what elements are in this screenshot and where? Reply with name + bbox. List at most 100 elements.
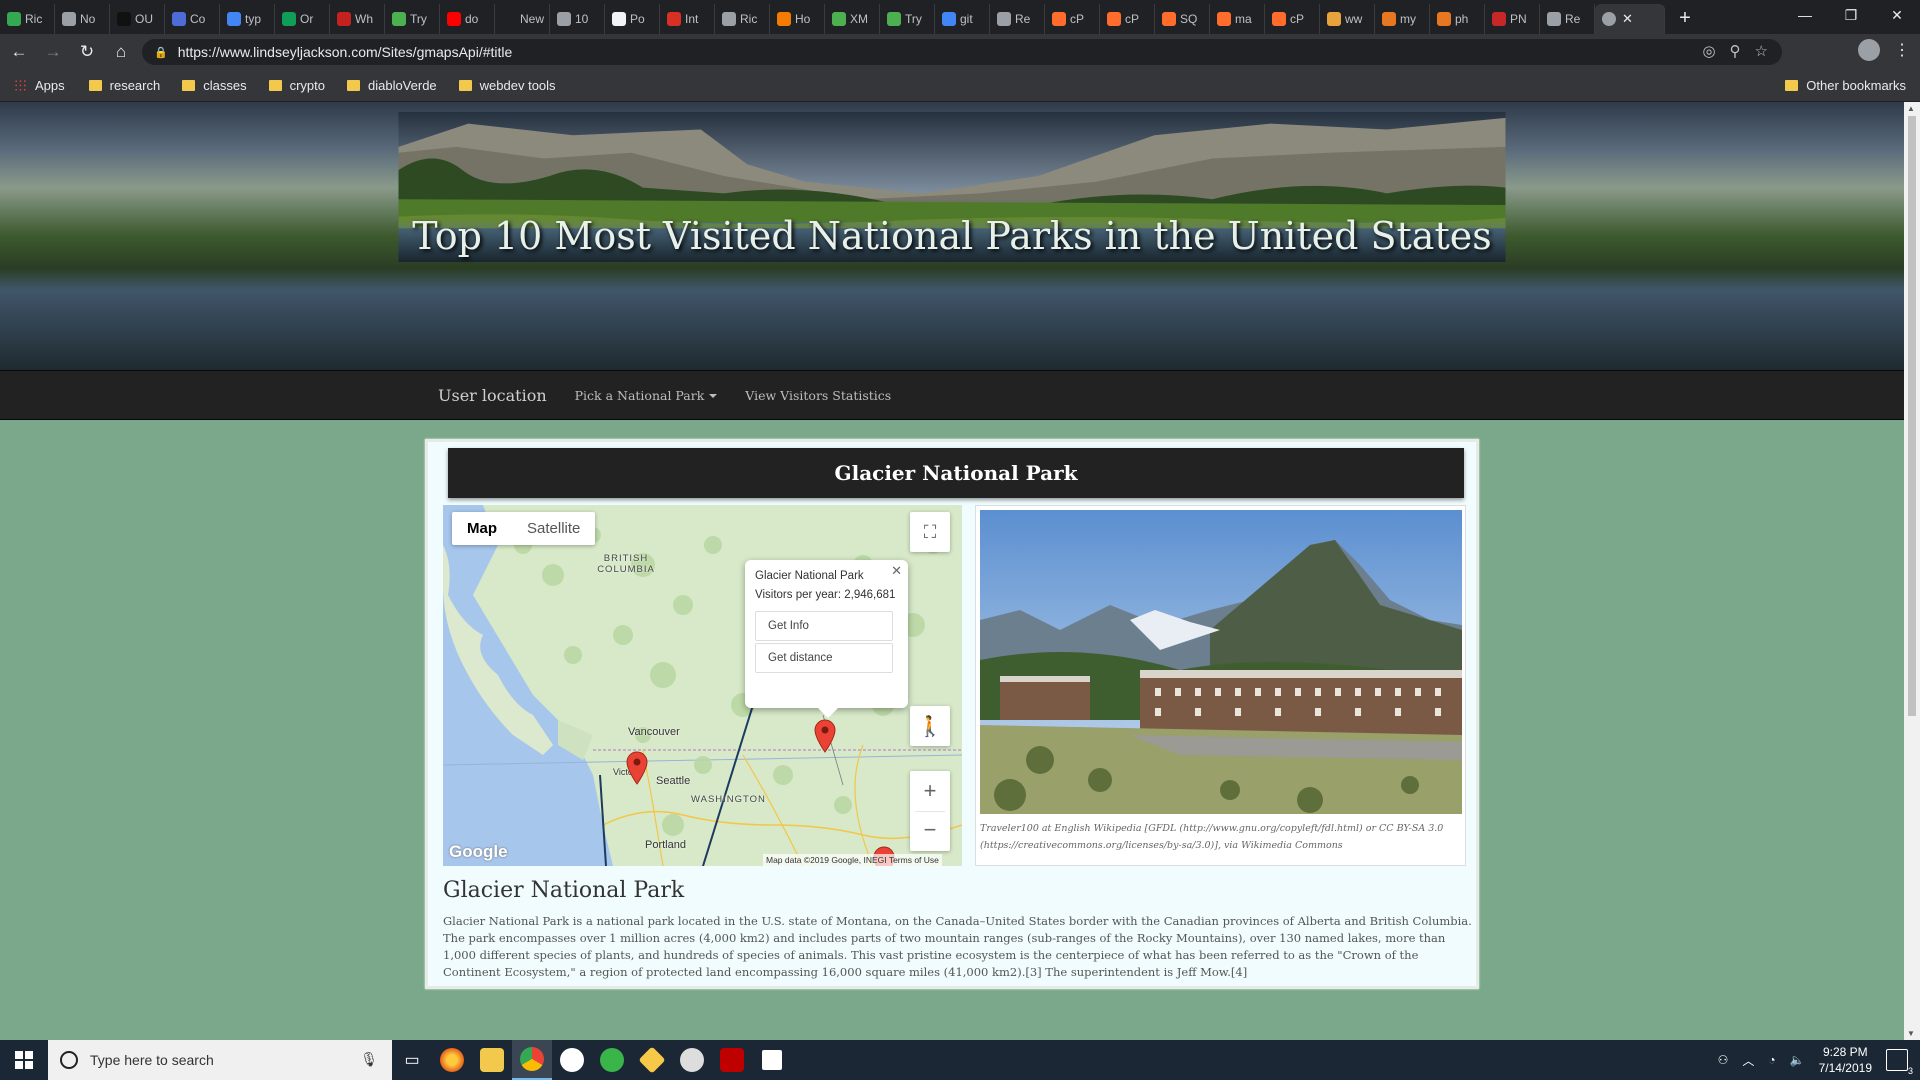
scroll-up-arrow-icon[interactable]: ▲ [1907,104,1915,113]
browser-tab[interactable]: Int [660,4,715,34]
taskbar-firefox[interactable] [432,1040,472,1080]
browser-tab[interactable]: cP [1265,4,1320,34]
reload-button[interactable]: ↻ [72,37,102,67]
start-button[interactable] [0,1040,48,1080]
tab-favicon [502,12,516,26]
tab-label: XM [850,12,868,26]
bookmark-folder[interactable]: research [88,78,160,93]
restore-button[interactable]: ❐ [1828,0,1874,30]
taskbar-clock[interactable]: 9:28 PM 7/14/2019 [1819,1044,1872,1076]
close-tab-icon[interactable]: ✕ [1622,11,1633,27]
taskbar-filezilla[interactable] [712,1040,752,1080]
taskbar-photos[interactable] [752,1040,792,1080]
map-type-satellite-button[interactable]: Satellite [512,512,595,545]
profile-avatar[interactable] [1858,39,1880,61]
taskbar-chrome[interactable] [512,1040,552,1080]
page-scrollbar[interactable]: ▲ ▼ [1904,102,1920,1040]
taskbar-app-git[interactable] [632,1040,672,1080]
browser-tab[interactable]: Or [275,4,330,34]
forward-button[interactable]: → [38,37,68,67]
tab-favicon [117,12,131,26]
browser-tab[interactable]: typ [220,4,275,34]
browser-tab[interactable]: XM [825,4,880,34]
browser-tab[interactable]: SQ [1155,4,1210,34]
google-map[interactable]: Map Satellite ⛶ BRITISH COLUMBIA Vancouv… [443,505,962,866]
browser-tab[interactable]: ma [1210,4,1265,34]
tab-label: 10 [575,12,589,26]
map-type-map-button[interactable]: Map [452,512,512,545]
browser-tab[interactable]: Po [605,4,660,34]
taskbar-app-inkscape[interactable] [672,1040,712,1080]
microphone-icon[interactable]: 🎙 [360,1051,378,1068]
browser-tab[interactable]: Ric [715,4,770,34]
browser-tab[interactable]: Wh [330,4,385,34]
browser-tab[interactable]: OU [110,4,165,34]
taskbar-app-github[interactable] [552,1040,592,1080]
notification-center-icon[interactable]: 3 [1886,1049,1913,1076]
browser-tab[interactable]: Try [385,4,440,34]
browser-menu-icon[interactable]: ⋮ [1894,40,1910,60]
scrollbar-thumb[interactable] [1908,116,1916,716]
browser-tab[interactable]: git [935,4,990,34]
browser-tab[interactable]: ww [1320,4,1375,34]
tray-overflow-icon[interactable]: ︿ [1742,1052,1754,1069]
browser-tab[interactable]: Re [1540,4,1595,34]
browser-tab[interactable]: do [440,4,495,34]
fullscreen-button[interactable]: ⛶ [910,512,950,552]
map-type-control: Map Satellite [452,512,596,545]
back-button[interactable]: ← [4,37,34,67]
scroll-down-arrow-icon[interactable]: ▼ [1907,1029,1915,1038]
bookmark-folder[interactable]: crypto [268,78,325,93]
get-distance-button[interactable]: Get distance [755,643,893,673]
map-attribution[interactable]: Map data ©2019 Google, INEGI Terms of Us… [763,854,942,866]
bookmark-folder[interactable]: webdev tools [458,78,556,93]
zoom-in-button[interactable]: + [924,771,937,811]
map-marker-victoria[interactable] [626,751,648,785]
info-window-tail [818,708,838,718]
browser-tab[interactable]: PN [1485,4,1540,34]
taskbar-app-gitkraken[interactable] [592,1040,632,1080]
taskbar-search[interactable]: Type here to search 🎙 [48,1040,392,1080]
browser-tab[interactable]: ph [1430,4,1485,34]
zoom-out-button[interactable]: − [915,811,945,851]
address-bar[interactable]: 🔒 https://www.lindseyljackson.com/Sites/… [142,39,1782,65]
bookmark-folder[interactable]: classes [182,78,247,93]
browser-tab[interactable]: cP [1100,4,1155,34]
zoom-icon[interactable]: ⚲ [1730,42,1741,60]
taskbar-file-explorer[interactable] [472,1040,512,1080]
browser-tab[interactable]: my [1375,4,1430,34]
bookmark-folder[interactable]: diabloVerde [346,78,437,93]
bookmark-apps[interactable]: Apps [14,78,65,93]
browser-tab[interactable]: Ric [0,4,55,34]
map-marker-glacier[interactable] [814,719,836,753]
browser-tab[interactable]: Co [165,4,220,34]
minimize-button[interactable]: — [1782,0,1828,30]
hero-banner: Top 10 Most Visited National Parks in th… [0,102,1904,370]
volume-icon[interactable]: 🔈 [1790,1053,1805,1067]
task-view-button[interactable]: ▭ [392,1040,432,1080]
tab-active[interactable]: ✕ [1595,4,1665,34]
url-text[interactable]: https://www.lindseyljackson.com/Sites/gm… [178,44,513,60]
pick-park-dropdown[interactable]: Pick a National Park [575,388,718,403]
people-icon[interactable]: ⚇ [1718,1053,1729,1067]
browser-tab[interactable]: 10 [550,4,605,34]
visitor-stats-link[interactable]: View Visitors Statistics [745,388,891,403]
browser-tab[interactable]: cP [1045,4,1100,34]
network-icon[interactable]: ◔ [1768,1053,1775,1067]
location-icon[interactable]: ◎ [1702,42,1715,60]
browser-tab[interactable]: Try [880,4,935,34]
other-bookmarks[interactable]: Other bookmarks [1785,78,1906,93]
home-button[interactable]: ⌂ [106,37,136,67]
close-window-button[interactable]: ✕ [1874,0,1920,30]
browser-tab[interactable]: Ho [770,4,825,34]
new-tab-button[interactable]: + [1671,4,1699,32]
folder-icon [182,80,196,91]
bookmark-star-icon[interactable]: ☆ [1755,42,1768,60]
pegman-icon[interactable]: 🚶 [910,706,950,746]
browser-tab[interactable]: New Ta [495,4,550,34]
close-icon[interactable]: ✕ [891,563,902,579]
nav-brand[interactable]: User location [438,386,547,405]
browser-tab[interactable]: Re [990,4,1045,34]
get-info-button[interactable]: Get Info [755,611,893,641]
browser-tab[interactable]: No [55,4,110,34]
